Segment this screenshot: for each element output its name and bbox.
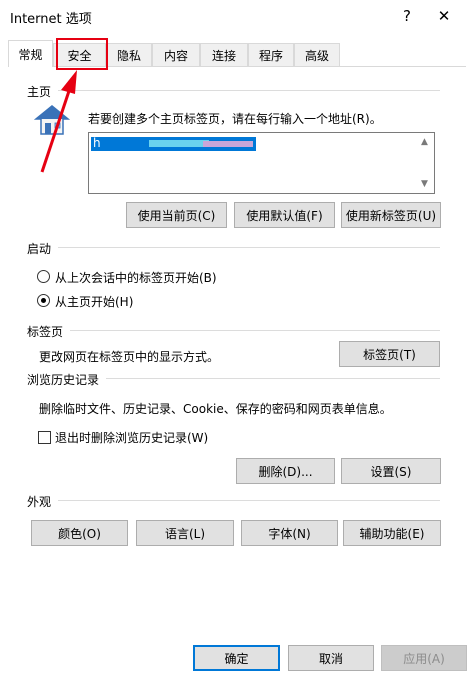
home-icon	[34, 105, 70, 135]
title-bar: Internet 选项 ? ✕	[0, 0, 474, 32]
homepage-url-text: h	[93, 136, 101, 150]
tab-privacy[interactable]: 隐私	[106, 43, 152, 66]
textarea-scrollbar[interactable]: ▲ ▼	[417, 133, 434, 193]
use-default-button[interactable]: 使用默认值(F)	[234, 202, 335, 228]
tab-general[interactable]: 常规	[8, 40, 53, 67]
startup-divider	[58, 247, 440, 248]
selected-text-highlight	[149, 140, 209, 147]
help-button[interactable]: ?	[393, 4, 421, 28]
tab-programs[interactable]: 程序	[248, 43, 294, 66]
help-icon: ?	[403, 7, 411, 25]
homepage-section-label: 主页	[27, 85, 52, 99]
homepage-instruction: 若要创建多个主页标签页，请在每行输入一个地址(R)。	[88, 112, 382, 126]
ok-button[interactable]: 确定	[193, 645, 280, 671]
homepage-address-textarea[interactable]: h ▲ ▼	[88, 132, 435, 194]
tab-advanced[interactable]: 高级	[294, 43, 340, 66]
tabs-settings-button[interactable]: 标签页(T)	[339, 341, 440, 367]
tabs-section-label: 标签页	[27, 325, 64, 339]
history-settings-button[interactable]: 设置(S)	[341, 458, 441, 484]
apply-button[interactable]: 应用(A)	[381, 645, 467, 671]
close-button[interactable]: ✕	[430, 4, 458, 28]
use-current-button[interactable]: 使用当前页(C)	[126, 202, 227, 228]
history-divider	[106, 378, 440, 379]
appearance-section-label: 外观	[27, 495, 52, 509]
cancel-button[interactable]: 取消	[288, 645, 374, 671]
selected-text-highlight	[203, 141, 253, 147]
history-description: 删除临时文件、历史记录、Cookie、保存的密码和网页表单信息。	[39, 402, 392, 416]
delete-history-on-exit-checkbox[interactable]	[38, 431, 51, 444]
colors-button[interactable]: 颜色(O)	[31, 520, 128, 546]
tabs-section-divider	[70, 330, 440, 331]
tab-content[interactable]: 内容	[152, 43, 200, 66]
delete-history-button[interactable]: 删除(D)...	[236, 458, 335, 484]
languages-button[interactable]: 语言(L)	[136, 520, 234, 546]
startup-last-session-label[interactable]: 从上次会话中的标签页开始(B)	[55, 269, 217, 286]
scroll-down-icon[interactable]: ▼	[421, 179, 428, 189]
startup-homepage-label[interactable]: 从主页开始(H)	[55, 293, 133, 310]
startup-homepage-radio[interactable]	[37, 294, 50, 307]
close-icon: ✕	[437, 7, 451, 25]
history-section-label: 浏览历史记录	[27, 373, 100, 387]
use-new-tab-button[interactable]: 使用新标签页(U)	[341, 202, 441, 228]
startup-section-label: 启动	[27, 242, 52, 256]
tab-connections[interactable]: 连接	[200, 43, 248, 66]
homepage-divider	[58, 90, 440, 91]
tabs-section-description: 更改网页在标签页中的显示方式。	[39, 350, 220, 364]
scroll-up-icon[interactable]: ▲	[421, 137, 428, 147]
appearance-divider	[58, 500, 440, 501]
delete-history-on-exit-label[interactable]: 退出时删除浏览历史记录(W)	[55, 429, 208, 446]
window-title: Internet 选项	[10, 12, 92, 27]
fonts-button[interactable]: 字体(N)	[241, 520, 338, 546]
annotation-highlight-box	[56, 38, 108, 70]
accessibility-button[interactable]: 辅助功能(E)	[343, 520, 441, 546]
startup-last-session-radio[interactable]	[37, 270, 50, 283]
